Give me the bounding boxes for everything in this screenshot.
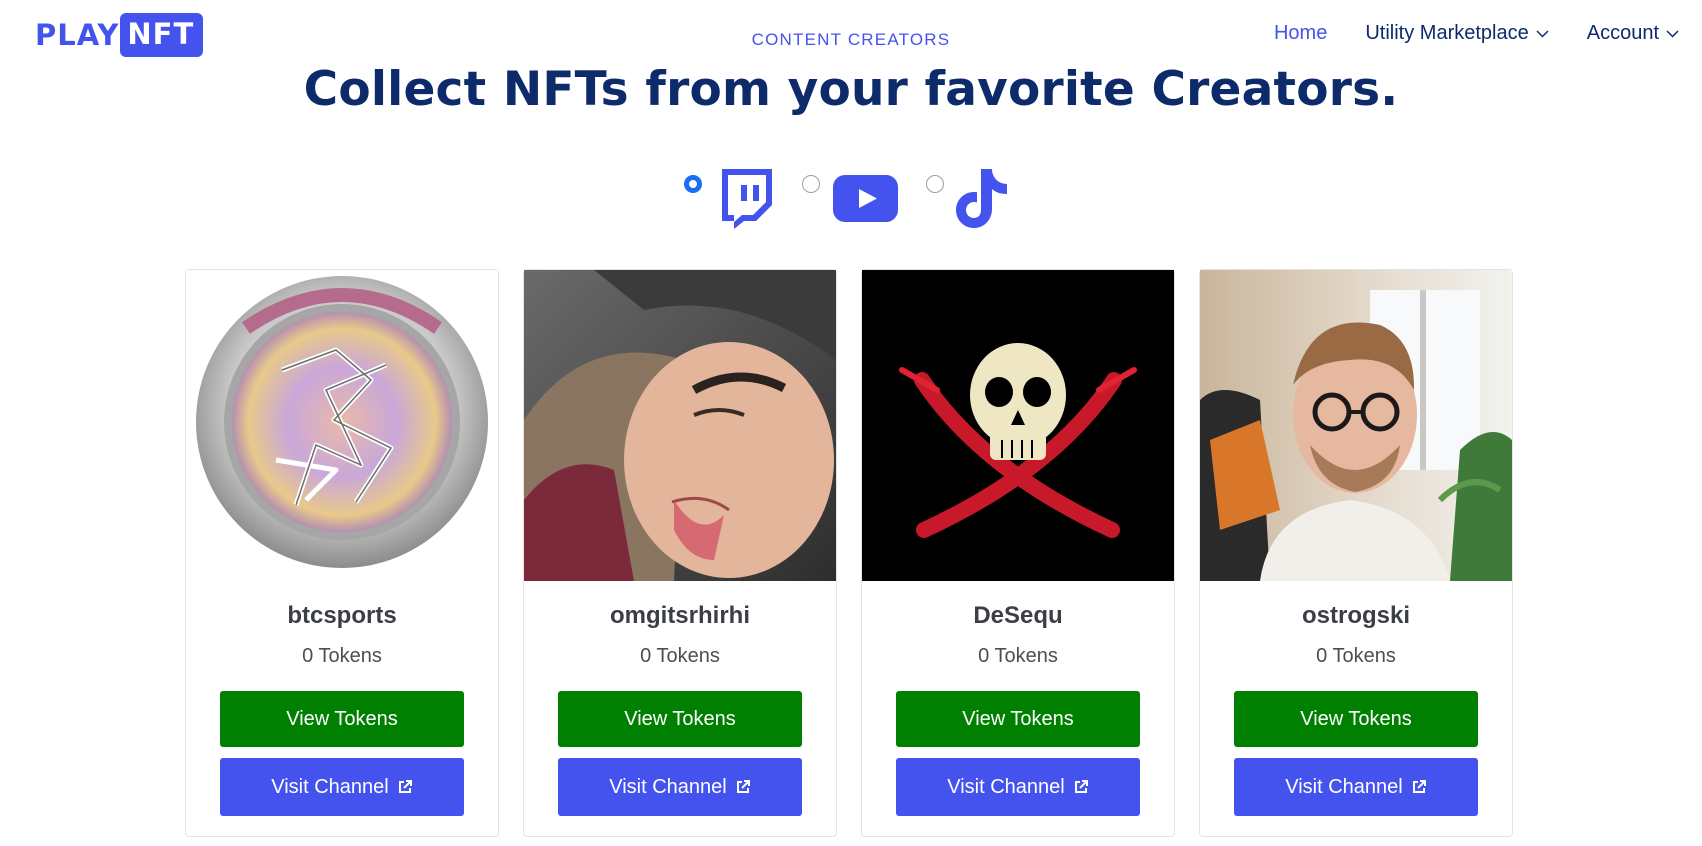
- external-link-icon: [1073, 779, 1089, 795]
- creator-card: ostrogski 0 Tokens View Tokens Visit Cha…: [1199, 269, 1513, 837]
- visit-channel-button[interactable]: Visit Channel: [1234, 758, 1478, 816]
- view-tokens-label: View Tokens: [1300, 707, 1412, 730]
- tiktok-icon[interactable]: [954, 167, 1010, 234]
- radio-tiktok[interactable]: [926, 175, 944, 193]
- creator-token-count: 0 Tokens: [1316, 645, 1396, 667]
- radio-youtube[interactable]: [802, 175, 820, 193]
- creator-name: ostrogski: [1301, 602, 1411, 629]
- radio-twitch[interactable]: [684, 175, 702, 193]
- visit-channel-label: Visit Channel: [609, 775, 727, 798]
- visit-channel-label: Visit Channel: [1285, 775, 1403, 798]
- nav-utility-marketplace-label: Utility Marketplace: [1365, 22, 1529, 44]
- view-tokens-label: View Tokens: [286, 707, 398, 730]
- visit-channel-label: Visit Channel: [947, 775, 1065, 798]
- creator-avatar: [862, 270, 1174, 581]
- creator-avatar: [186, 270, 498, 581]
- external-link-icon: [397, 779, 413, 795]
- nav-home-label: Home: [1273, 22, 1328, 44]
- youtube-icon[interactable]: [833, 175, 898, 227]
- page-title: Collect NFTs from your favorite Creators…: [303, 62, 1399, 117]
- chevron-down-icon: [1666, 29, 1679, 38]
- nav-account[interactable]: Account: [1587, 22, 1679, 45]
- creator-token-count: 0 Tokens: [640, 645, 720, 667]
- creator-avatar: [1200, 270, 1512, 581]
- nav-account-label: Account: [1586, 22, 1659, 44]
- view-tokens-button[interactable]: View Tokens: [558, 691, 802, 747]
- creator-avatar: [524, 270, 836, 581]
- nav-utility-marketplace[interactable]: Utility Marketplace: [1365, 22, 1549, 45]
- external-link-icon: [1411, 779, 1427, 795]
- creator-card: btcsports 0 Tokens View Tokens Visit Cha…: [185, 269, 499, 837]
- creator-card: DeSequ 0 Tokens View Tokens Visit Channe…: [861, 269, 1175, 837]
- view-tokens-button[interactable]: View Tokens: [1234, 691, 1478, 747]
- creator-name: DeSequ: [973, 602, 1063, 629]
- creator-token-count: 0 Tokens: [978, 645, 1058, 667]
- twitch-icon[interactable]: [716, 167, 774, 234]
- external-link-icon: [735, 779, 751, 795]
- creator-card: omgitsrhirhi 0 Tokens View Tokens Visit …: [523, 269, 837, 837]
- nav-home[interactable]: Home: [1274, 22, 1327, 45]
- creator-name: btcsports: [287, 602, 397, 629]
- creator-token-count: 0 Tokens: [302, 645, 382, 667]
- visit-channel-button[interactable]: Visit Channel: [896, 758, 1140, 816]
- view-tokens-label: View Tokens: [624, 707, 736, 730]
- view-tokens-button[interactable]: View Tokens: [220, 691, 464, 747]
- creator-name: omgitsrhirhi: [609, 602, 750, 629]
- visit-channel-button[interactable]: Visit Channel: [558, 758, 802, 816]
- chevron-down-icon: [1536, 29, 1549, 38]
- view-tokens-button[interactable]: View Tokens: [896, 691, 1140, 747]
- main-nav: Home Utility Marketplace Account: [1274, 22, 1679, 45]
- visit-channel-label: Visit Channel: [271, 775, 389, 798]
- visit-channel-button[interactable]: Visit Channel: [220, 758, 464, 816]
- view-tokens-label: View Tokens: [962, 707, 1074, 730]
